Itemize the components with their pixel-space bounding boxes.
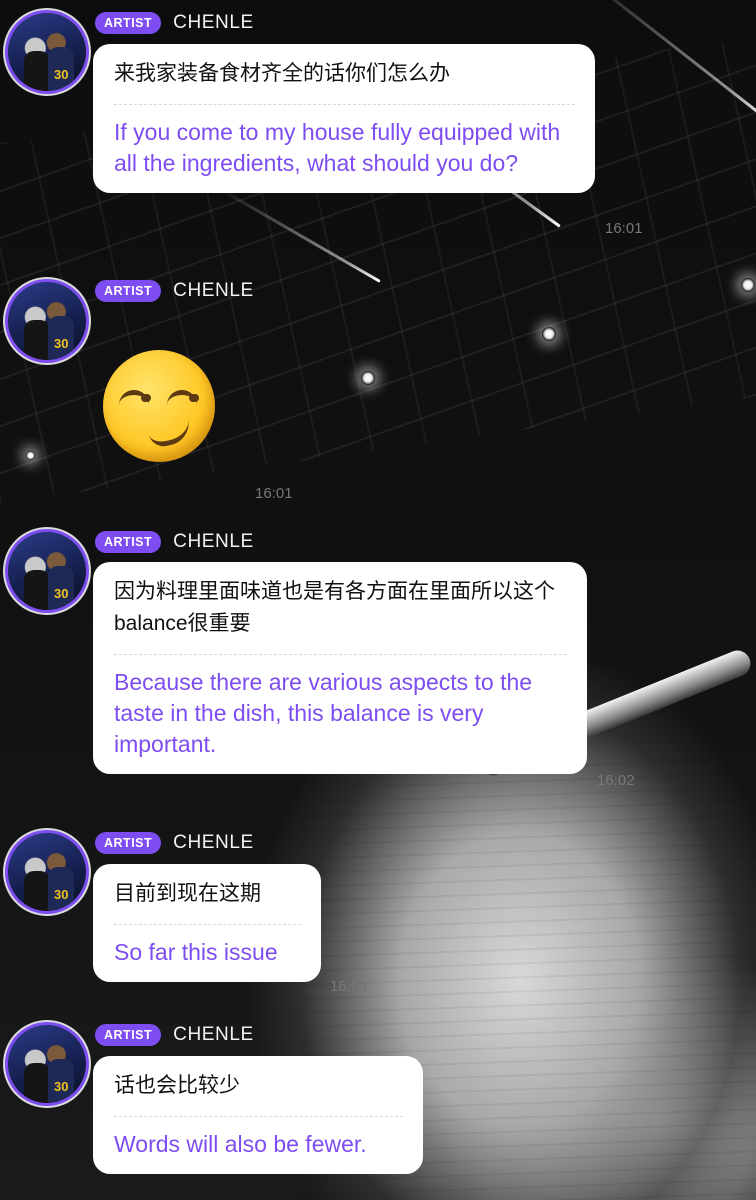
artist-avatar[interactable]: 30 (8, 1025, 86, 1103)
artist-badge: ARTIST (95, 1024, 162, 1046)
artist-badge: ARTIST (95, 280, 162, 302)
artist-avatar[interactable]: 30 (8, 532, 86, 610)
translated-text: If you come to my house fully equipped w… (114, 119, 561, 176)
translation-divider (114, 104, 575, 105)
translated-text: Because there are various aspects to the… (114, 669, 533, 757)
translation-divider (114, 924, 301, 925)
sender-name: CHENLE (173, 531, 254, 552)
original-text: 因为料理里面味道也是有各方面在里面所以这个balance很重要 (114, 580, 555, 635)
artist-badge: ARTIST (95, 832, 162, 854)
message-bubble[interactable]: 因为料理里面味道也是有各方面在里面所以这个balance很重要 Because … (93, 562, 587, 774)
original-text: 话也会比较少 (114, 1074, 240, 1097)
sender-row: ARTIST CHENLE (95, 1023, 254, 1047)
sender-name: CHENLE (173, 280, 254, 301)
smirking-face-emoji[interactable] (103, 350, 215, 462)
message-timestamp: 16:03 (330, 978, 368, 995)
message-timestamp: 16:02 (597, 772, 635, 789)
sender-row: ARTIST CHENLE (95, 11, 254, 35)
translation-divider (114, 654, 567, 655)
original-text: 来我家装备食材齐全的话你们怎么办 (114, 62, 450, 85)
sender-row: ARTIST CHENLE (95, 530, 254, 554)
sender-name: CHENLE (173, 1024, 254, 1045)
sender-name: CHENLE (173, 12, 254, 33)
stage-spotlight (741, 278, 755, 292)
artist-badge: ARTIST (95, 12, 162, 34)
original-text: 目前到现在这期 (114, 882, 261, 905)
message-bubble[interactable]: 目前到现在这期 So far this issue (93, 864, 321, 982)
message-bubble[interactable]: 来我家装备食材齐全的话你们怎么办 If you come to my house… (93, 44, 595, 193)
artist-avatar[interactable]: 30 (8, 13, 86, 91)
message-timestamp: 16:01 (255, 485, 293, 502)
stage-spotlight (26, 451, 35, 460)
translated-text: So far this issue (114, 939, 278, 965)
artist-badge: ARTIST (95, 531, 162, 553)
artist-avatar[interactable]: 30 (8, 833, 86, 911)
sender-row: ARTIST CHENLE (95, 831, 254, 855)
message-timestamp: 16:01 (605, 220, 643, 237)
translation-divider (114, 1116, 403, 1117)
message-bubble[interactable]: 话也会比较少 Words will also be fewer. (93, 1056, 423, 1174)
stage-spotlight (542, 327, 556, 341)
sender-name: CHENLE (173, 832, 254, 853)
sender-row: ARTIST CHENLE (95, 279, 254, 303)
translated-text: Words will also be fewer. (114, 1131, 367, 1157)
artist-avatar[interactable]: 30 (8, 282, 86, 360)
stage-spotlight (361, 371, 375, 385)
